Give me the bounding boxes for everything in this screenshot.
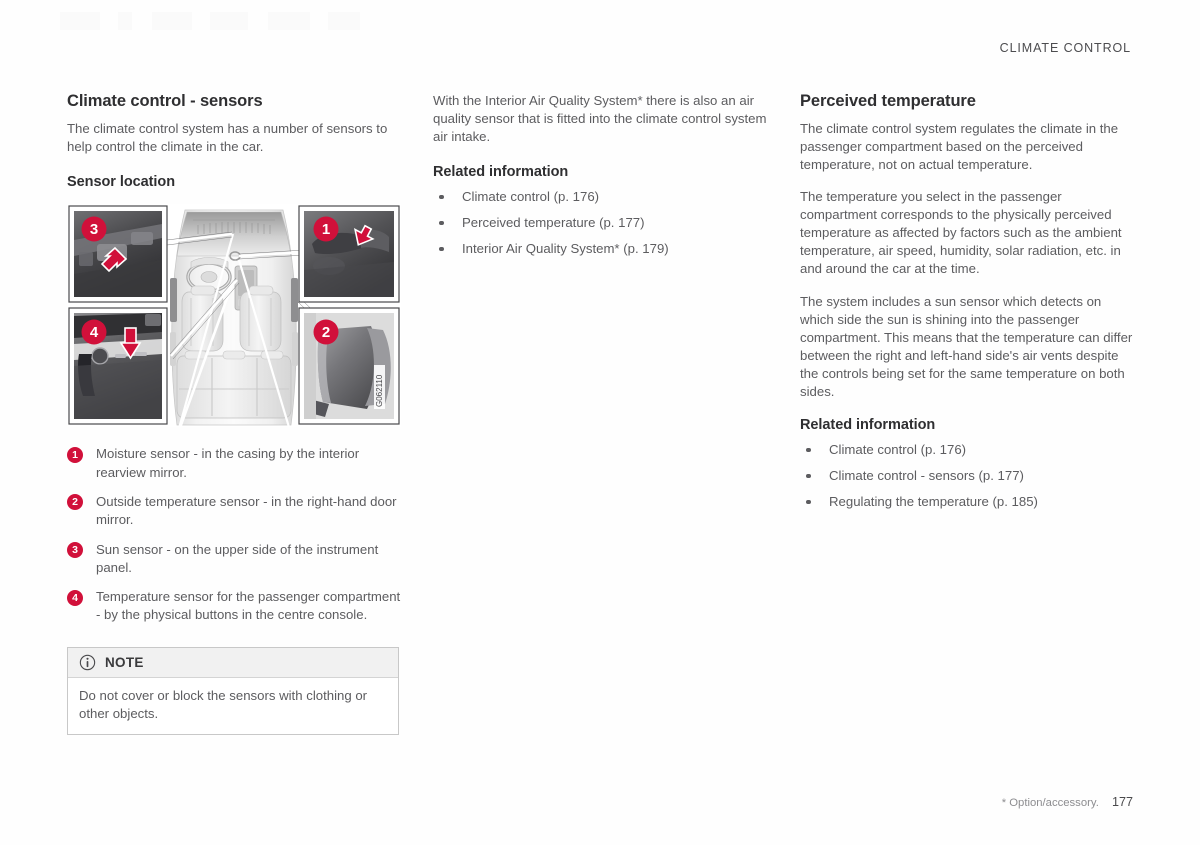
related-link-label: Regulating the temperature (p. 185) [829,493,1038,509]
note-body: Do not cover or block the sensors with c… [79,687,368,721]
sensor-location-figure: 3 1 4 G062110 2 [67,204,401,428]
legend-item-4: 4 Temperature sensor for the passenger c… [67,588,401,625]
legend-badge-2: 2 [67,494,83,511]
page-footer: * Option/accessory. 177 [1002,795,1133,809]
related-link-climate-control[interactable]: Climate control (p. 176) [433,188,767,206]
related-link-regulating-the-temperature[interactable]: Regulating the temperature (p. 185) [800,493,1134,511]
sensor-location-heading: Sensor location [67,173,176,190]
middle-column: With the Interior Air Quality System* th… [433,92,767,266]
page-number: 177 [1111,795,1133,809]
right-paragraph-3: The system includes a sun sensor which d… [800,293,1133,400]
scan-ghost-artifact [60,12,580,30]
svg-text:2: 2 [322,324,330,341]
right-related-information-heading: Related information [800,417,936,434]
related-link-interior-air-quality-system[interactable]: Interior Air Quality System* (p. 179) [433,240,767,258]
svg-text:3: 3 [90,221,98,238]
note-header: NOTE [68,647,398,678]
legend-text-1: Moisture sensor - in the casing by the i… [96,446,360,480]
legend-text-2: Outside temperature sensor - in the righ… [96,493,397,528]
note-title: NOTE [105,654,144,670]
svg-text:4: 4 [90,324,99,341]
note-box: NOTE Do not cover or block the sensors w… [67,646,399,736]
legend-badge-1: 1 [67,446,83,463]
page-title: Climate control - sensors [67,92,263,110]
legend-badge-3: 3 [67,542,83,559]
legend-item-3: 3 Sun sensor - on the upper side of the … [67,541,401,578]
figure-callout-1: 1 [298,205,400,303]
intro-paragraph: The climate control system has a number … [67,120,388,154]
related-link-label: Climate control (p. 176) [462,188,600,204]
sensor-legend-list: 1 Moisture sensor - in the casing by the… [67,445,401,624]
perceived-temperature-title: Perceived temperature [800,92,976,110]
svg-text:1: 1 [322,221,330,238]
related-link-perceived-temperature[interactable]: Perceived temperature (p. 177) [433,214,767,232]
figure-callout-3: 3 [68,205,168,303]
legend-item-2: 2 Outside temperature sensor - in the ri… [67,493,401,530]
right-paragraph-1: The climate control system regulates the… [800,120,1119,172]
right-related-links-list: Climate control (p. 176) Climate control… [800,441,1134,511]
middle-related-links-list: Climate control (p. 176) Perceived tempe… [433,188,767,258]
info-circle-icon [79,654,96,670]
legend-badge-4: 4 [67,589,83,606]
running-header: CLIMATE CONTROL [999,41,1131,55]
left-column: Climate control - sensors The climate co… [67,92,401,736]
legend-text-3: Sun sensor - on the upper side of the in… [96,541,379,575]
figure-id-label: G062110 [375,375,384,408]
legend-item-1: 1 Moisture sensor - in the casing by the… [67,445,401,482]
manual-page: CLIMATE CONTROL Climate control - sensor… [0,0,1200,845]
option-accessory-note: * Option/accessory. [1001,797,1099,809]
related-link-climate-control-sensors[interactable]: Climate control - sensors (p. 177) [800,467,1134,485]
right-column: Perceived temperature The climate contro… [800,92,1134,519]
middle-related-information-heading: Related information [433,164,569,181]
figure-callout-4: 4 [68,307,168,425]
legend-text-4: Temperature sensor for the passenger com… [96,589,401,623]
related-link-label: Perceived temperature (p. 177) [462,214,645,230]
middle-paragraph: With the Interior Air Quality System* th… [433,93,767,145]
related-link-climate-control[interactable]: Climate control (p. 176) [800,441,1134,459]
figure-callout-2: G062110 2 [298,307,400,425]
related-link-label: Climate control (p. 176) [829,441,967,457]
right-paragraph-2: The temperature you select in the passen… [800,189,1122,277]
related-link-label: Climate control - sensors (p. 177) [829,467,1024,483]
figure-artwork: 3 1 4 G062110 2 [68,205,400,428]
related-link-label: Interior Air Quality System* (p. 179) [462,240,669,256]
